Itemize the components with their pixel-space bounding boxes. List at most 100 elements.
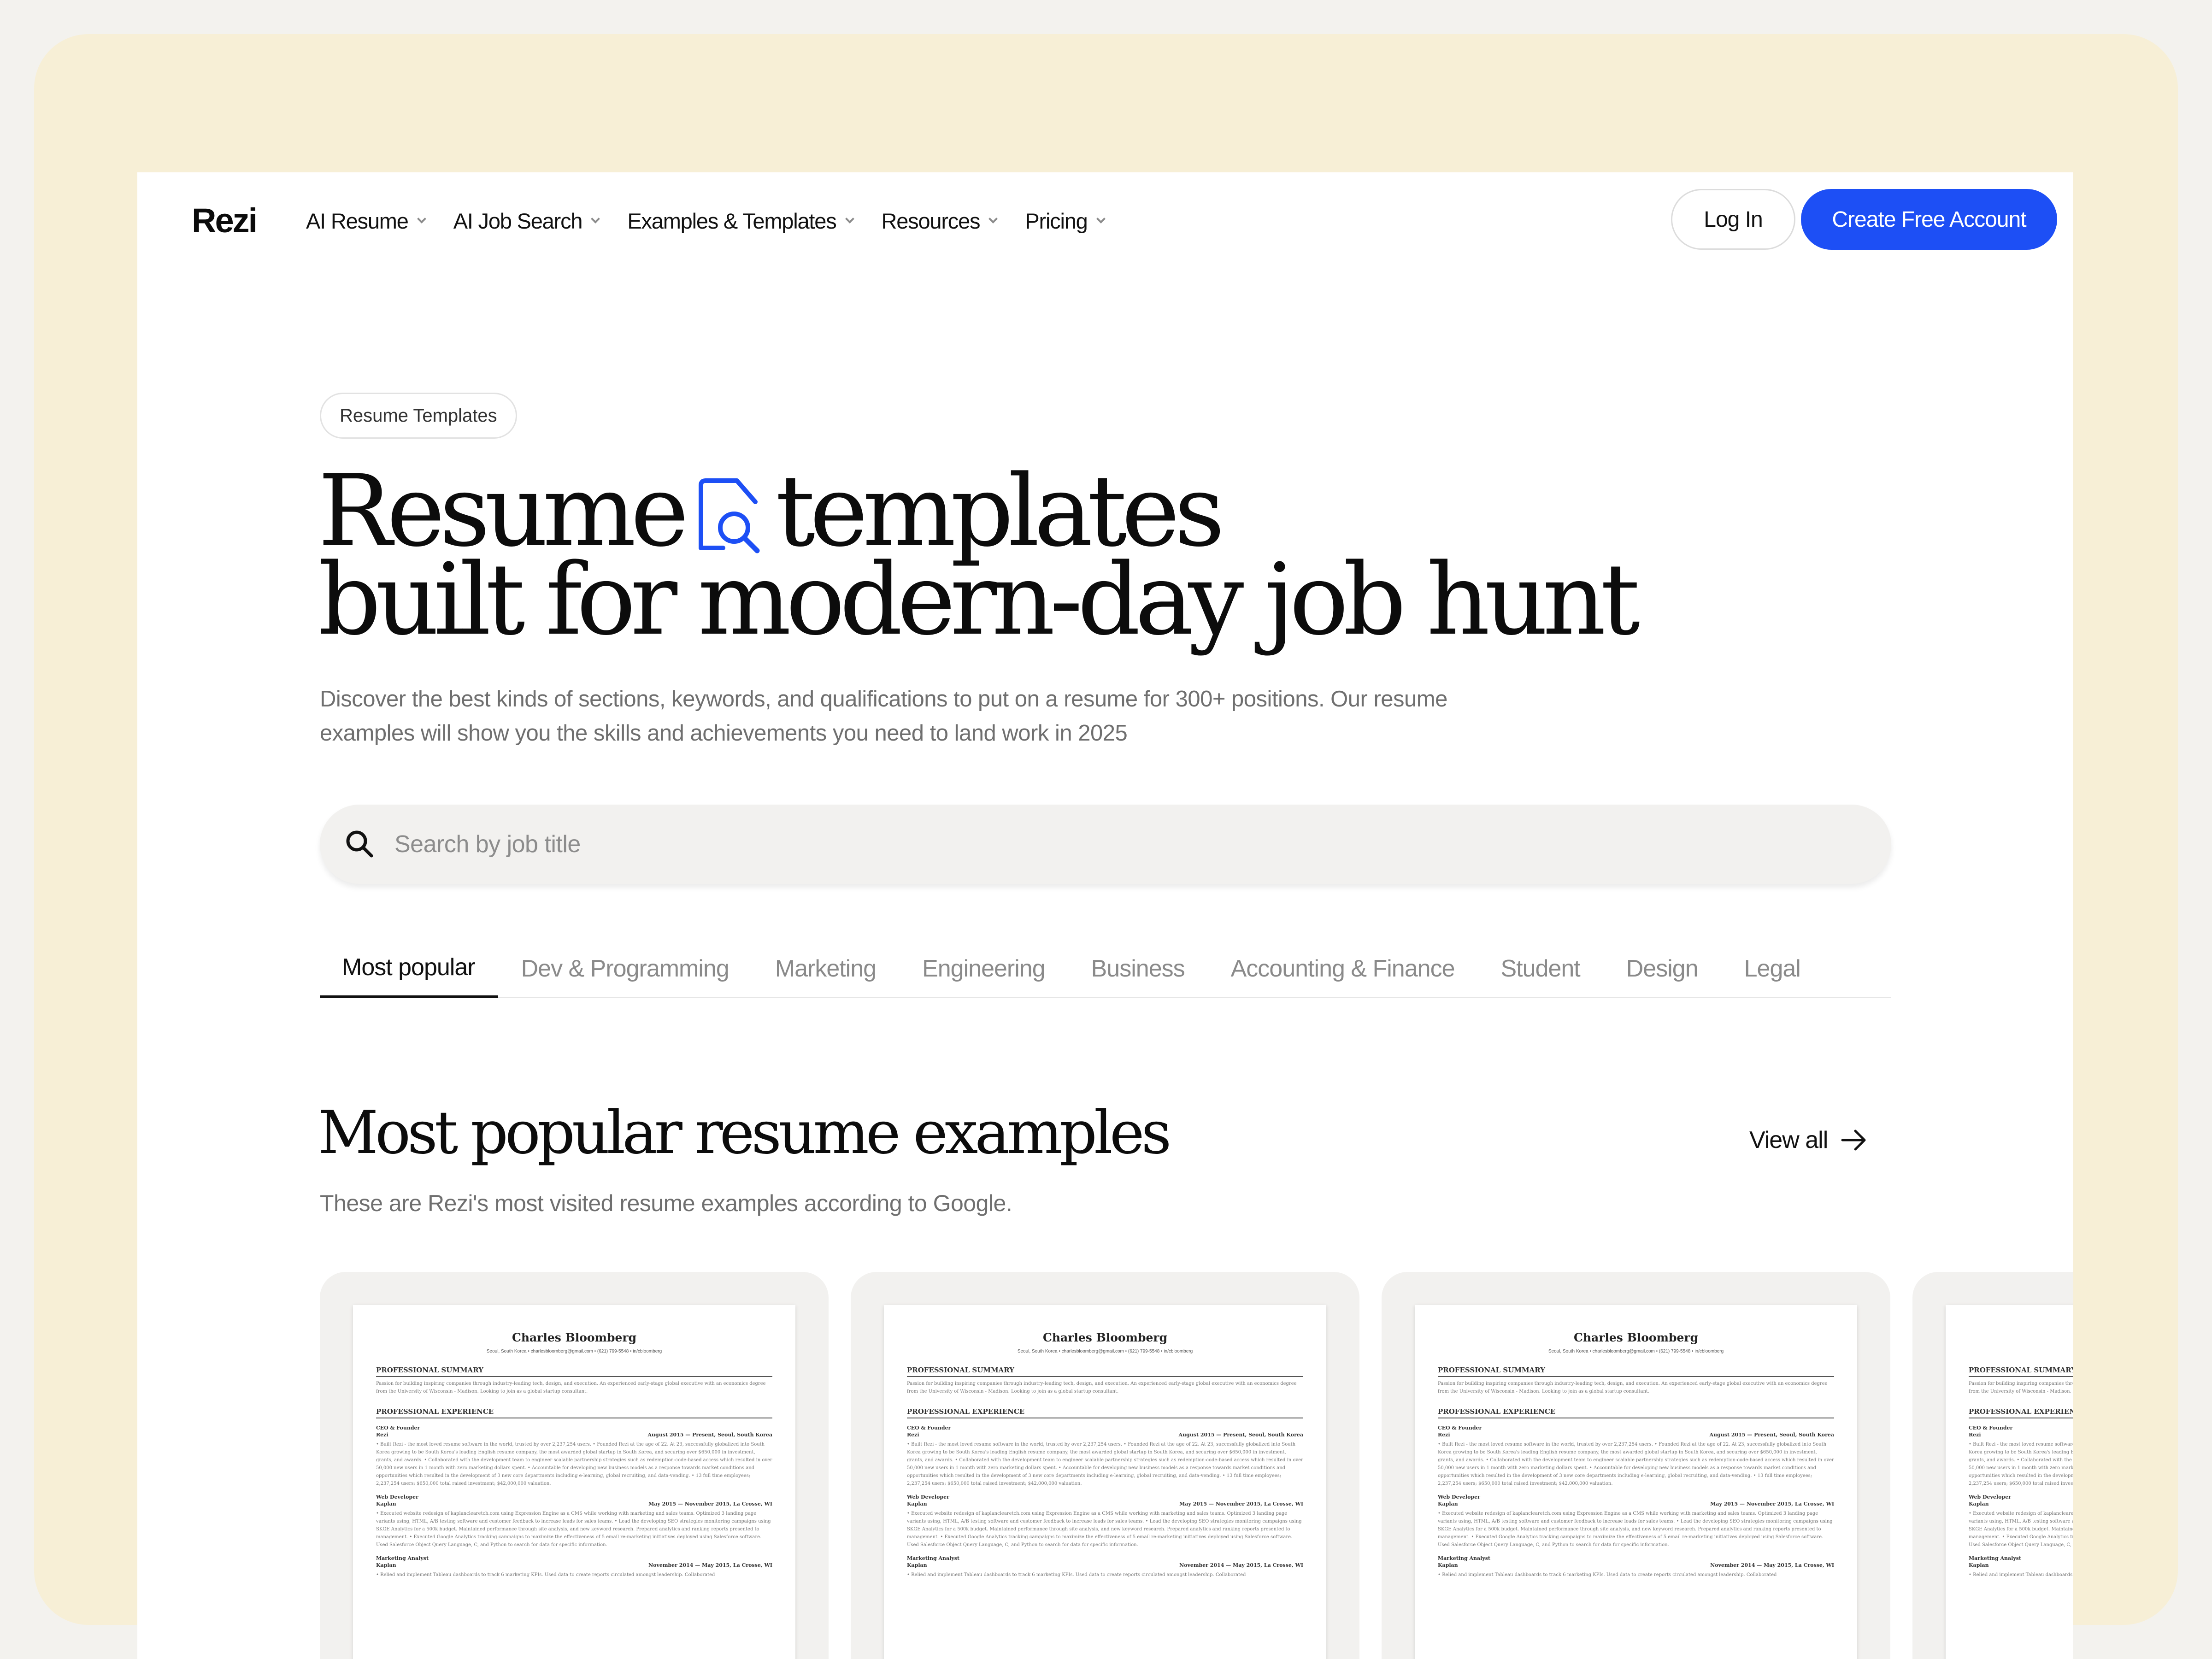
web-page: Rezi AI Resume AI Job Search Examples & … xyxy=(137,172,2073,1659)
arrow-right-icon xyxy=(1841,1130,1866,1151)
resume-preview: Charles Bloomberg Seoul, South Korea • c… xyxy=(1946,1305,2073,1659)
resume-date: August 2015 — Present, Seoul, South Kore… xyxy=(647,1432,772,1438)
resume-company-row: Rezi August 2015 — Present, Seoul, South … xyxy=(1438,1432,1834,1438)
menu-label: Pricing xyxy=(1025,209,1088,233)
menu-ai-job-search[interactable]: AI Job Search xyxy=(453,208,600,234)
hero-subtitle: Discover the best kinds of sections, key… xyxy=(320,687,1447,746)
resume-company-row: Kaplan November 2014 — May 2015, La Cross… xyxy=(376,1562,772,1568)
resume-text: • Relied and implement Tableau dashboard… xyxy=(907,1572,1246,1577)
resume-company-row: Rezi August 2015 — Present, Seoul, South … xyxy=(907,1432,1303,1438)
tab-dev-programming[interactable]: Dev & Programming xyxy=(498,939,752,998)
resume-role-row: Marketing Analyst xyxy=(1969,1555,2073,1561)
resume-text: Passion for building inspiring companies… xyxy=(376,1381,766,1394)
resume-company: Rezi xyxy=(1438,1432,1450,1438)
resume-text: • Built Rezi - the most loved resume sof… xyxy=(1969,1442,2073,1486)
resume-contact: Seoul, South Korea • charlesbloomberg@gm… xyxy=(1548,1349,1724,1354)
resume-company: Kaplan xyxy=(907,1562,927,1568)
category-tabs: Most popular Dev & Programming Marketing… xyxy=(320,939,1891,998)
resume-company: Kaplan xyxy=(1438,1501,1458,1507)
resume-role-row: Web Developer xyxy=(1438,1494,1834,1500)
view-all-link[interactable]: View all xyxy=(1749,1126,1867,1154)
resume-text: • Relied and implement Tableau dashboard… xyxy=(376,1572,715,1577)
chevron-down-icon xyxy=(845,214,854,224)
chevron-down-icon xyxy=(988,214,998,224)
resume-role: Web Developer xyxy=(376,1494,418,1500)
resume-preview: Charles Bloomberg Seoul, South Korea • c… xyxy=(1415,1305,1857,1659)
tab-engineering[interactable]: Engineering xyxy=(899,939,1068,998)
resume-templates-badge[interactable]: Resume Templates xyxy=(320,393,517,439)
chevron-down-icon xyxy=(417,214,426,224)
resume-company: Rezi xyxy=(907,1432,919,1438)
resume-text: • Built Rezi - the most loved resume sof… xyxy=(1438,1442,1834,1486)
resume-section-title: PROFESSIONAL SUMMARY xyxy=(1969,1366,2073,1377)
section-title: Most popular resume examples xyxy=(318,1099,1171,1167)
resume-section-title: PROFESSIONAL EXPERIENCE xyxy=(376,1407,772,1418)
resume-role-row: Web Developer xyxy=(1969,1494,2073,1500)
resume-company-row: Kaplan May 2015 — November 2015, La Cross… xyxy=(907,1501,1303,1507)
resume-company: Kaplan xyxy=(1438,1562,1458,1568)
resume-role: Marketing Analyst xyxy=(1438,1555,1491,1561)
resume-text: Passion for building inspiring companies… xyxy=(1438,1381,1828,1394)
document-search-icon xyxy=(699,478,760,553)
menu-resources[interactable]: Resources xyxy=(882,208,998,234)
resume-section-title: PROFESSIONAL EXPERIENCE xyxy=(1969,1407,2073,1418)
tab-accounting-finance[interactable]: Accounting & Finance xyxy=(1208,939,1478,998)
resume-role: Web Developer xyxy=(1969,1494,2011,1500)
create-account-button[interactable]: Create Free Account xyxy=(1801,189,2057,250)
search-input[interactable] xyxy=(394,830,1685,858)
login-button[interactable]: Log In xyxy=(1671,189,1795,250)
resume-text: • Relied and implement Tableau dashboard… xyxy=(1969,1572,2073,1577)
resume-company-row: Kaplan May 2015 — November 2015, La Cross… xyxy=(1438,1501,1834,1507)
resume-role: CEO & Founder xyxy=(907,1425,951,1431)
menu-label: Examples & Templates xyxy=(627,209,836,233)
resume-contact: Seoul, South Korea • charlesbloomberg@gm… xyxy=(1017,1349,1193,1354)
resume-company: Kaplan xyxy=(907,1501,927,1507)
resume-company-row: Kaplan November 2014 — May 2015, La Cross… xyxy=(907,1562,1303,1568)
resume-company: Kaplan xyxy=(376,1501,396,1507)
resume-name: Charles Bloomberg xyxy=(1573,1331,1699,1344)
resume-date: May 2015 — November 2015, La Crosse, WI xyxy=(1179,1501,1303,1507)
resume-preview: Charles Bloomberg Seoul, South Korea • c… xyxy=(353,1305,795,1659)
resume-section-title: PROFESSIONAL EXPERIENCE xyxy=(907,1407,1303,1418)
resume-company-row: Kaplan November 2014 — May 2015, La Cross… xyxy=(1438,1562,1834,1568)
resume-text: • Built Rezi - the most loved resume sof… xyxy=(907,1442,1303,1486)
resume-role-row: CEO & Founder xyxy=(1438,1425,1834,1431)
resume-role-row: CEO & Founder xyxy=(907,1425,1303,1431)
resume-role-row: Web Developer xyxy=(907,1494,1303,1500)
resume-role: Marketing Analyst xyxy=(907,1555,960,1561)
tab-legal[interactable]: Legal xyxy=(1721,939,1824,998)
resume-role: Web Developer xyxy=(1438,1494,1480,1500)
tab-student[interactable]: Student xyxy=(1477,939,1603,998)
resume-date: May 2015 — November 2015, La Crosse, WI xyxy=(1710,1501,1834,1507)
menu-ai-resume[interactable]: AI Resume xyxy=(306,208,426,234)
resume-company: Kaplan xyxy=(1969,1501,1989,1507)
resume-card[interactable]: Charles Bloomberg Seoul, South Korea • c… xyxy=(320,1272,829,1659)
resume-date: August 2015 — Present, Seoul, South Kore… xyxy=(1709,1432,1834,1438)
tab-business[interactable]: Business xyxy=(1068,939,1208,998)
resume-role-row: Marketing Analyst xyxy=(907,1555,1303,1561)
resume-text: • Built Rezi - the most loved resume sof… xyxy=(376,1442,772,1486)
menu-examples-templates[interactable]: Examples & Templates xyxy=(627,208,854,234)
resume-contact: Seoul, South Korea • charlesbloomberg@gm… xyxy=(486,1349,662,1354)
resume-card[interactable]: Charles Bloomberg Seoul, South Korea • c… xyxy=(1382,1272,1890,1659)
hero-title: Resume templates built for modern-day jo… xyxy=(318,462,1640,649)
resume-name: Charles Bloomberg xyxy=(1969,1331,2073,1344)
tab-marketing[interactable]: Marketing xyxy=(752,939,899,998)
tab-most-popular[interactable]: Most popular xyxy=(320,939,498,998)
resume-role: CEO & Founder xyxy=(376,1425,420,1431)
resume-role-row: CEO & Founder xyxy=(1969,1425,2073,1431)
resume-section-title: PROFESSIONAL SUMMARY xyxy=(376,1366,772,1377)
resume-text: • Executed website redesign of kaplancle… xyxy=(1438,1511,1833,1547)
tab-design[interactable]: Design xyxy=(1603,939,1721,998)
resume-role: Web Developer xyxy=(907,1494,949,1500)
resume-text: Passion for building inspiring companies… xyxy=(1969,1381,2073,1394)
menu-pricing[interactable]: Pricing xyxy=(1025,208,1106,234)
resume-card[interactable]: Charles Bloomberg Seoul, South Korea • c… xyxy=(851,1272,1359,1659)
resume-name: Charles Bloomberg xyxy=(1042,1331,1168,1344)
resume-name: Charles Bloomberg xyxy=(512,1331,637,1344)
job-search-bar[interactable] xyxy=(320,805,1891,884)
main-menu: AI Resume AI Job Search Examples & Templ… xyxy=(306,208,1133,234)
resume-company-row: Rezi August 2015 — Present, Seoul, South … xyxy=(376,1432,772,1438)
resume-card[interactable]: Charles Bloomberg Seoul, South Korea • c… xyxy=(1912,1272,2073,1659)
rezi-logo[interactable]: Rezi xyxy=(192,201,258,240)
